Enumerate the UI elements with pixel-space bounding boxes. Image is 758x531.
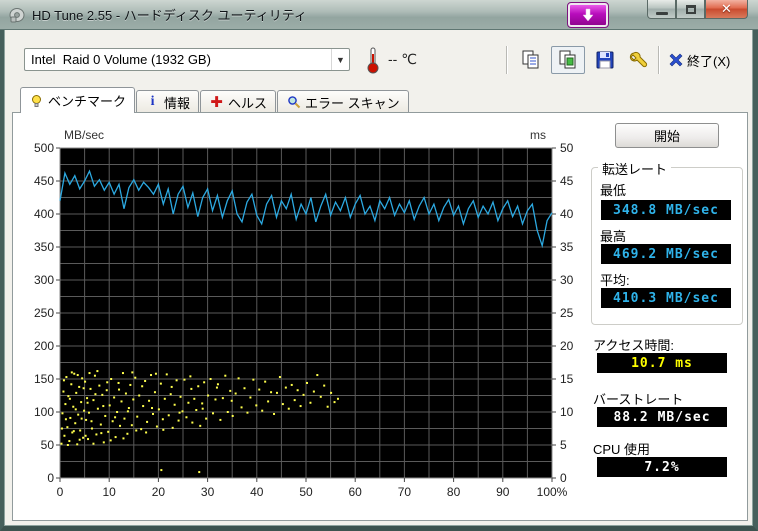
axis-tick-label: 60 — [348, 485, 362, 499]
options-button[interactable] — [624, 46, 654, 74]
tab-error-scan[interactable]: エラー スキャン — [277, 90, 409, 113]
axis-tick-label: 90 — [496, 485, 510, 499]
benchmark-panel: 0 50 100 150 200 250 300 350 400 450 500 0 5 10 15 20 25… — [12, 112, 748, 521]
axis-tick-label: 30 — [200, 485, 215, 499]
avg-value: 410.3 MB/sec — [601, 288, 731, 308]
close-button[interactable]: ✕ — [705, 0, 748, 19]
health-cross-icon: ✚ — [210, 94, 223, 111]
copy-screenshot-button[interactable] — [551, 46, 585, 74]
close-icon: ✕ — [721, 1, 732, 16]
max-label: 最高 — [600, 229, 627, 244]
max-value: 469.2 MB/sec — [601, 244, 731, 264]
axis-tick-label: 500 — [33, 141, 54, 155]
axis-tick-label: 80 — [446, 485, 461, 499]
lightbulb-icon — [29, 93, 44, 108]
copy-text-button[interactable] — [516, 46, 546, 74]
axis-tick-label: 150 — [33, 372, 54, 386]
temperature-value: -- ℃ — [388, 51, 417, 67]
axis-tick-label: 10 — [560, 405, 574, 419]
title-bar: HD Tune 2.55 - ハードディスク ユーティリティ ✕ — [0, 0, 758, 30]
tab-info[interactable]: i 情報 — [136, 90, 200, 113]
toolbar-separator — [658, 46, 659, 74]
cpu-usage-value: 7.2% — [597, 457, 727, 477]
copy-screenshot-icon — [559, 50, 576, 69]
axis-tick-label: 0 — [47, 471, 54, 485]
axis-tick-label: 350 — [33, 240, 54, 254]
tab-health-label: ヘルス — [228, 95, 268, 111]
min-label: 最低 — [600, 183, 627, 198]
tab-health[interactable]: ✚ ヘルス — [200, 90, 277, 113]
tab-info-label: 情報 — [164, 95, 191, 111]
benchmark-plot — [56, 147, 556, 482]
exit-label: 終了(X) — [687, 53, 731, 69]
axis-tick-label: 0 — [560, 471, 567, 485]
axis-tick-label: 40 — [250, 485, 264, 499]
magnifier-icon — [286, 95, 301, 110]
minimize-button[interactable] — [647, 0, 676, 19]
axis-tick-label: 20 — [151, 485, 166, 499]
axis-tick-label: 45 — [560, 174, 574, 188]
tab-benchmark[interactable]: ベンチマーク — [20, 87, 136, 113]
exit-x-icon — [669, 53, 683, 67]
axis-tick-label: 100% — [536, 485, 568, 499]
drive-selector[interactable]: Intel Raid 0 Volume (1932 GB) ▼ — [24, 48, 350, 71]
axis-tick-label: 40 — [560, 207, 574, 221]
access-time-label: アクセス時間: — [593, 338, 674, 353]
maximize-button[interactable] — [676, 0, 705, 19]
drive-selector-value: Intel Raid 0 Volume (1932 GB) — [31, 52, 211, 67]
download-overlay-button[interactable] — [567, 2, 609, 28]
app-icon — [9, 7, 25, 22]
info-icon: i — [150, 94, 155, 109]
download-arrow-icon — [582, 8, 594, 22]
minimize-icon — [655, 11, 668, 15]
window-title: HD Tune 2.55 - ハードディスク ユーティリティ — [32, 8, 307, 23]
tab-benchmark-label: ベンチマーク — [48, 94, 127, 109]
app-window: HD Tune 2.55 - ハードディスク ユーティリティ ✕ Intel R… — [0, 0, 758, 531]
axis-tick-label: MB/sec — [64, 128, 105, 142]
axis-tick-label: 400 — [33, 207, 54, 221]
chevron-down-icon: ▼ — [331, 49, 349, 70]
axis-tick-label: 25 — [560, 306, 574, 320]
toolbar-separator — [506, 46, 507, 74]
min-value: 348.8 MB/sec — [601, 200, 731, 220]
exit-button[interactable]: 終了(X) — [668, 47, 730, 73]
axis-tick-label: 30 — [560, 273, 574, 287]
transfer-rate-group-label: 転送レート — [598, 159, 672, 178]
cpu-usage-label: CPU 使用 — [593, 442, 651, 457]
tab-strip: ベンチマーク i 情報 ✚ ヘルス エラー スキャン — [20, 87, 410, 113]
avg-label: 平均: — [600, 273, 630, 288]
axis-tick-label: 20 — [560, 339, 574, 353]
start-button[interactable]: 開始 — [615, 123, 719, 148]
axis-tick-label: 10 — [102, 485, 116, 499]
access-time-value: 10.7 ms — [597, 353, 727, 373]
wrench-options-icon — [629, 51, 648, 68]
transfer-rate-group: 転送レート 最低 348.8 MB/sec 最高 469.2 MB/sec 平均… — [591, 159, 743, 325]
axis-tick-label: 5 — [560, 438, 567, 452]
copy-icon — [522, 50, 539, 69]
burst-rate-label: バーストレート — [593, 392, 684, 407]
window-controls: ✕ — [647, 0, 748, 19]
axis-tick-label: 15 — [560, 372, 574, 386]
axis-tick-label: 200 — [33, 339, 54, 353]
axis-tick-label: 50 — [40, 438, 54, 452]
axis-tick-label: 0 — [56, 485, 64, 499]
tab-error-scan-label: エラー スキャン — [305, 95, 400, 111]
save-icon — [596, 51, 614, 69]
axis-tick-label: 50 — [560, 141, 574, 155]
save-screenshot-button[interactable] — [590, 46, 620, 74]
axis-tick-label: 250 — [33, 306, 54, 320]
axis-tick-label: 100 — [33, 405, 54, 419]
axis-tick-label: ms — [530, 128, 546, 142]
thermometer-icon — [367, 47, 379, 74]
axis-tick-label: 450 — [33, 174, 54, 188]
axis-tick-label: 300 — [33, 273, 54, 287]
axis-tick-label: 70 — [397, 485, 412, 499]
axis-tick-label: 50 — [299, 485, 313, 499]
burst-rate-value: 88.2 MB/sec — [597, 407, 727, 427]
maximize-icon — [685, 4, 696, 14]
axis-tick-label: 35 — [560, 240, 574, 254]
